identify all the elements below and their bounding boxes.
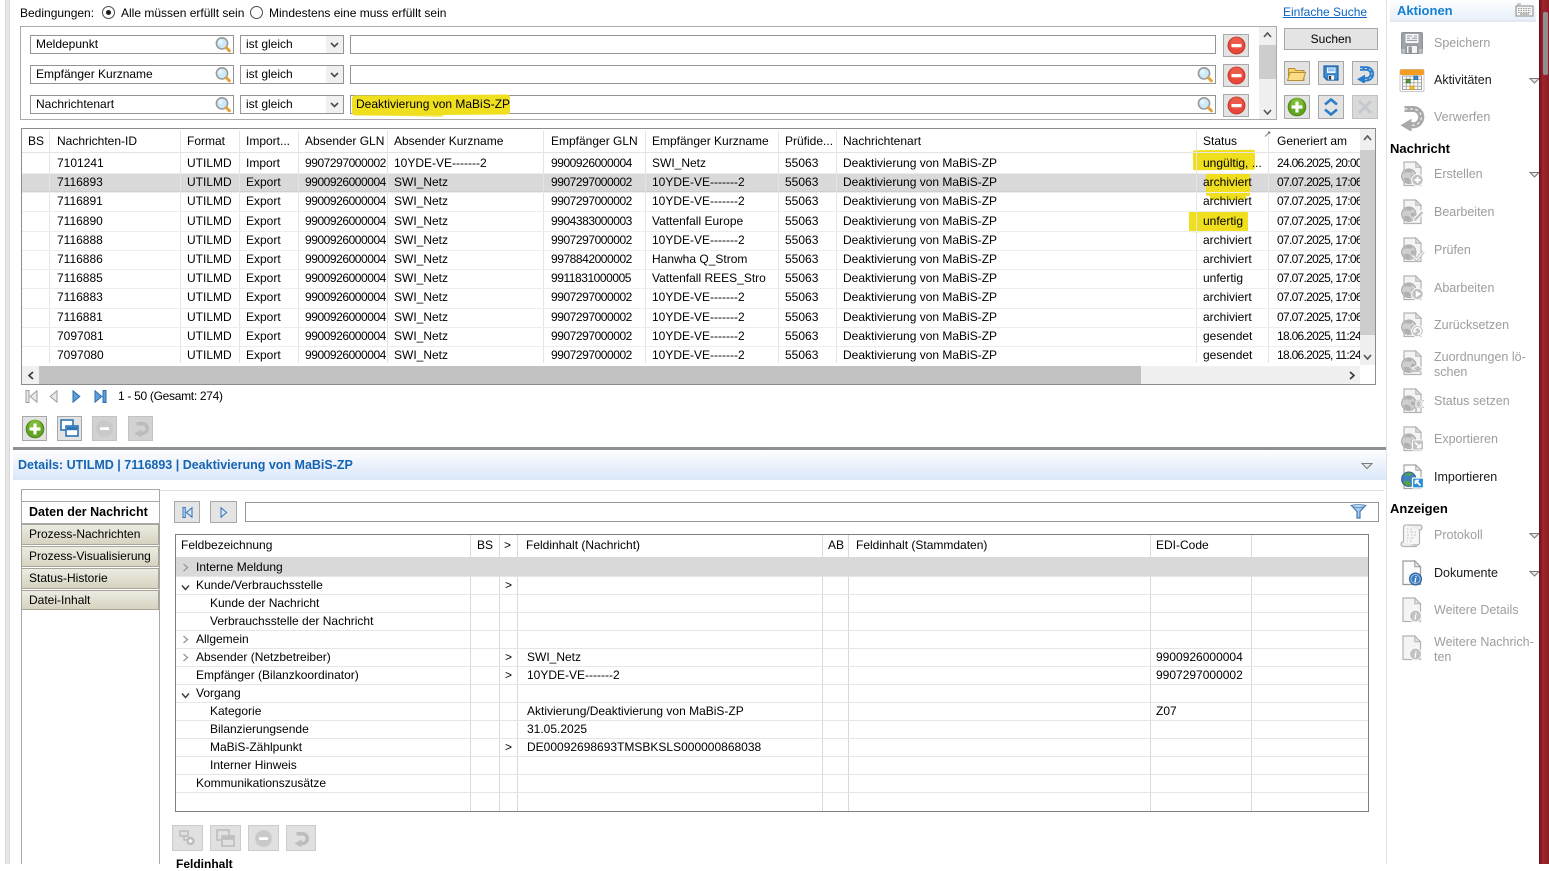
svg-text:i: i [1414, 650, 1417, 660]
svg-text:i: i [1414, 575, 1417, 585]
svg-text:i: i [1414, 612, 1417, 622]
